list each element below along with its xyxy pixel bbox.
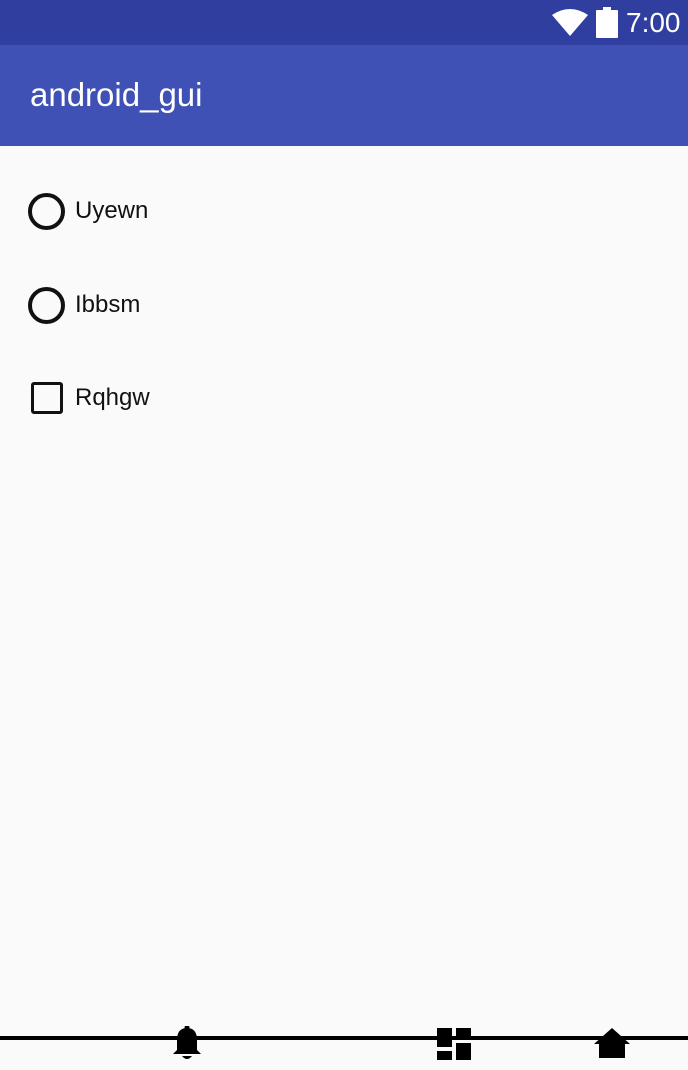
home-icon[interactable]	[594, 1028, 630, 1058]
checkbox[interactable]	[31, 382, 63, 414]
checkbox-label: Rqhgw	[75, 384, 150, 411]
battery-icon	[596, 7, 618, 38]
app-title: android_gui	[30, 76, 203, 113]
status-bar: 7:00	[0, 0, 688, 45]
main-content: Uyewn Ibbsm Rqhgw	[0, 146, 688, 1036]
radio-button[interactable]	[28, 192, 65, 230]
radio-option-uyewn[interactable]: Uyewn	[28, 191, 148, 231]
radio-label: Uyewn	[75, 197, 149, 224]
checkbox-option-rqhgw[interactable]: Rqhgw	[28, 378, 150, 418]
wifi-icon	[552, 9, 588, 36]
navigation-bar	[0, 1020, 688, 1070]
app-bar: android_gui	[0, 45, 688, 146]
radio-button[interactable]	[28, 286, 65, 324]
bell-icon[interactable]	[171, 1026, 203, 1062]
dashboard-icon[interactable]	[437, 1028, 471, 1060]
radio-label: Ibbsm	[75, 291, 141, 318]
radio-option-ibbsm[interactable]: Ibbsm	[28, 285, 140, 325]
nav-divider	[0, 1036, 688, 1040]
status-time: 7:00	[626, 7, 681, 38]
